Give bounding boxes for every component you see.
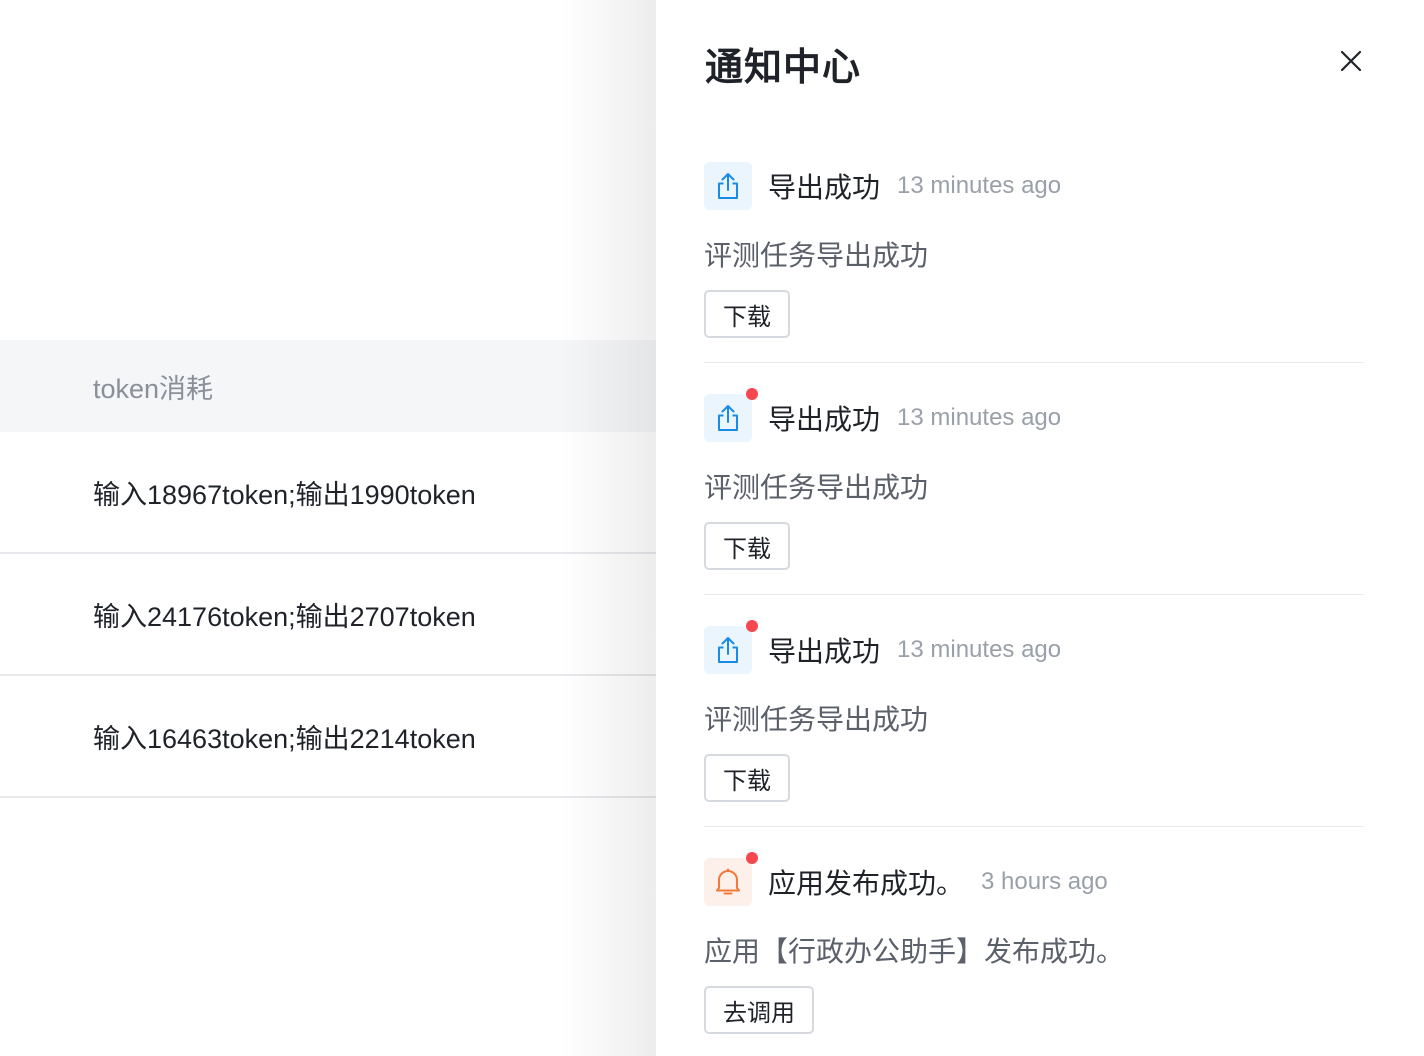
- unread-dot: [746, 620, 758, 632]
- notification-description: 应用【行政办公助手】发布成功。: [704, 936, 1125, 967]
- notification-time: 13 minutes ago: [897, 404, 1062, 431]
- notification-time: 13 minutes ago: [897, 172, 1062, 199]
- table-cell-token-usage: 输入16463token;输出2214token: [93, 723, 476, 754]
- export-icon: [704, 620, 758, 674]
- notification-time: 13 minutes ago: [897, 636, 1062, 663]
- notification-title: 导出成功: [768, 636, 881, 667]
- download-button[interactable]: 下载: [704, 754, 790, 802]
- notification-title: 应用发布成功。: [768, 868, 965, 899]
- table-header-token-usage: token消耗: [0, 340, 656, 432]
- notification-description: 评测任务导出成功: [704, 704, 929, 735]
- drawer-shadow: [560, 0, 656, 1056]
- download-button[interactable]: 下载: [704, 522, 790, 570]
- notification-header: 应用发布成功。 3 hours ago: [704, 852, 1108, 906]
- export-icon: [704, 162, 752, 210]
- notification-title: 导出成功: [768, 404, 881, 435]
- notification-title: 导出成功: [768, 172, 881, 203]
- notification-description: 评测任务导出成功: [704, 240, 929, 271]
- table-row: 输入18967token;输出1990token: [0, 432, 656, 554]
- divider: [704, 826, 1364, 827]
- notification-time: 3 hours ago: [981, 868, 1108, 895]
- notification-header: 导出成功 13 minutes ago: [704, 620, 1062, 674]
- close-icon: [1340, 50, 1362, 72]
- export-icon: [704, 388, 758, 442]
- notification-drawer: 通知中心 导出成功 13 minutes ago 评测任务导出成功 下载 导出成…: [656, 0, 1424, 1056]
- notification-header: 导出成功 13 minutes ago: [704, 388, 1062, 442]
- unread-dot: [746, 388, 758, 400]
- table-cell-token-usage: 输入18967token;输出1990token: [93, 479, 476, 510]
- table-row: 输入16463token;输出2214token: [0, 676, 656, 798]
- unread-dot: [746, 852, 758, 864]
- notification-header: 导出成功 13 minutes ago: [704, 162, 1061, 210]
- table-cell-token-usage: 输入24176token;输出2707token: [93, 601, 476, 632]
- notification-description: 评测任务导出成功: [704, 472, 929, 503]
- download-button[interactable]: 下载: [704, 290, 790, 338]
- token-usage-table: token消耗 输入18967token;输出1990token 输入24176…: [0, 0, 656, 1056]
- divider: [704, 362, 1364, 363]
- divider: [704, 594, 1364, 595]
- drawer-title: 通知中心: [705, 47, 862, 89]
- invoke-button[interactable]: 去调用: [704, 986, 814, 1034]
- bell-icon: [704, 852, 758, 906]
- table-row: 输入24176token;输出2707token: [0, 554, 656, 676]
- close-button[interactable]: [1334, 44, 1368, 78]
